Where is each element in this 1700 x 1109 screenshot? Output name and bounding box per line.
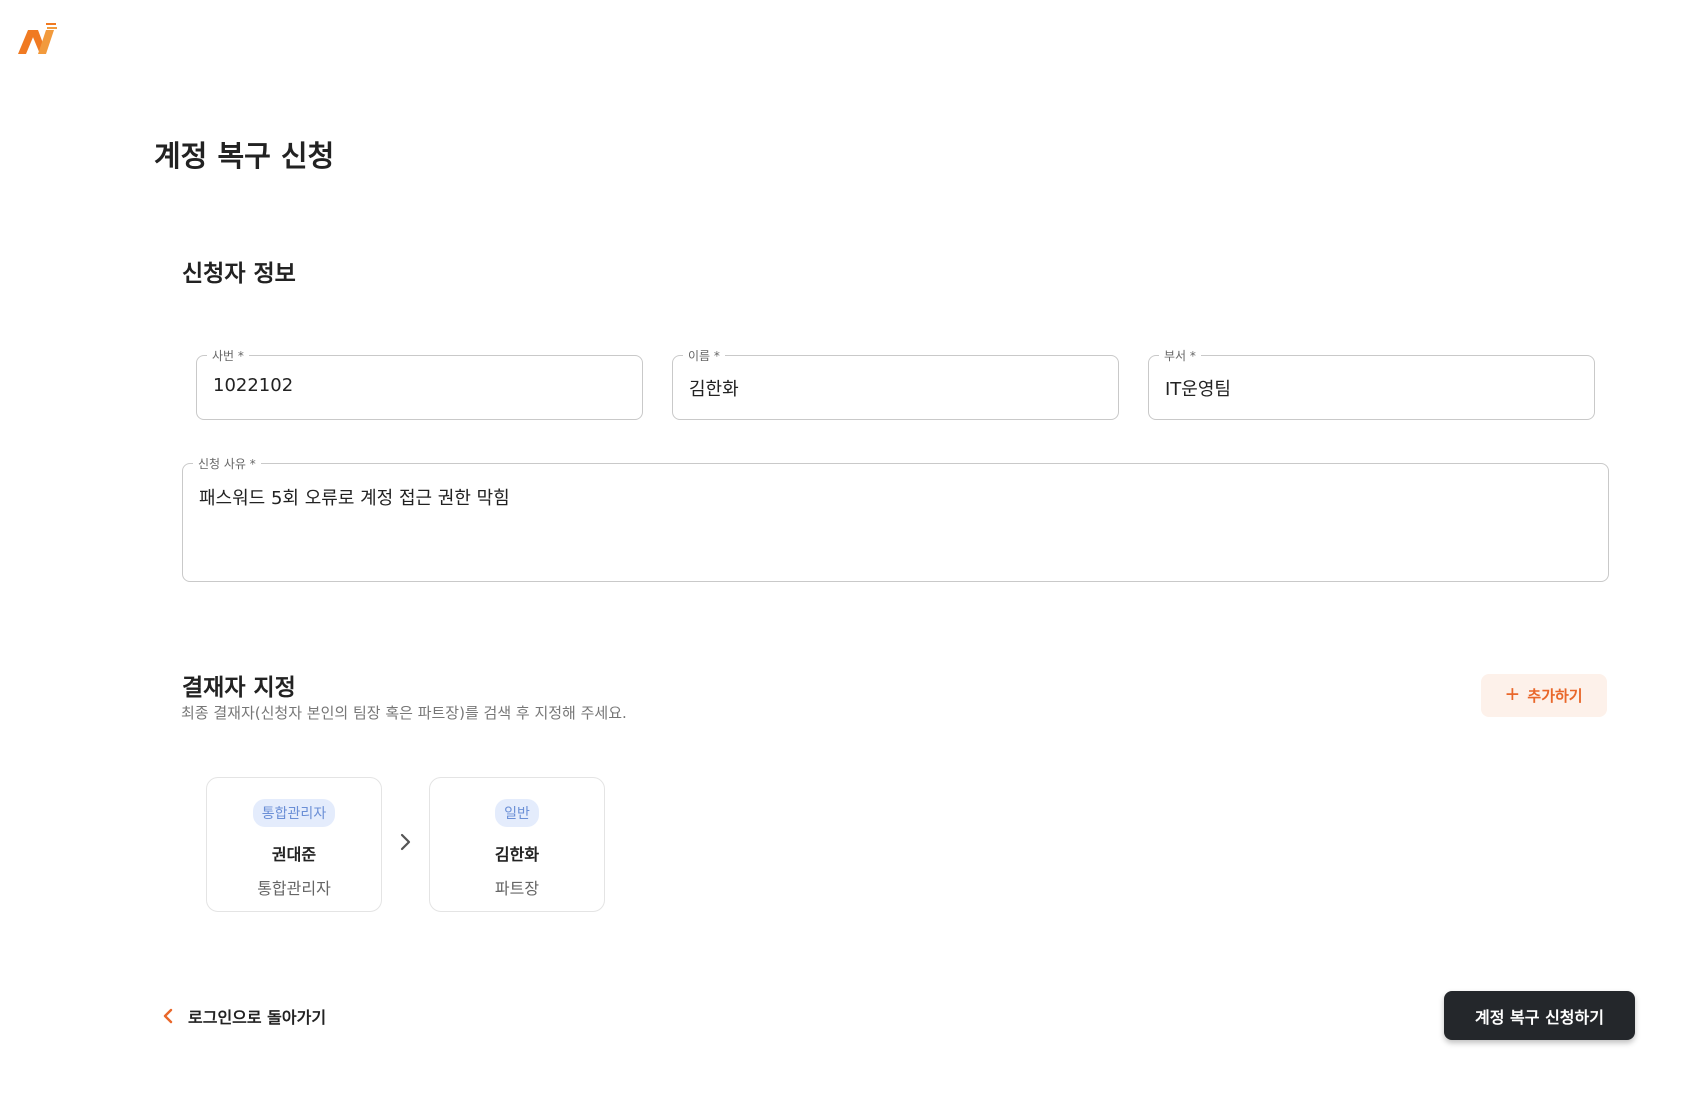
approver-role: 파트장 xyxy=(494,879,540,898)
name-field[interactable]: 이름 * 김한화 xyxy=(672,347,1119,420)
name-label: 이름 * xyxy=(683,347,725,364)
applicant-section-title: 신청자 정보 xyxy=(182,261,296,287)
brand-logo-icon xyxy=(18,23,57,54)
employee-id-value: 1022102 xyxy=(213,375,294,396)
approver-badge: 통합관리자 xyxy=(252,799,336,827)
name-value: 김한화 xyxy=(689,379,739,400)
approver-card[interactable]: 일반 김한화 파트장 xyxy=(429,777,605,912)
back-to-login-link[interactable]: 로그인으로 돌아가기 xyxy=(162,1003,326,1029)
employee-id-label: 사번 * xyxy=(207,347,249,364)
add-approver-label: 추가하기 xyxy=(1527,688,1583,705)
page-title: 계정 복구 신청 xyxy=(154,139,335,173)
reason-textarea[interactable]: 신청 사유 * 패스워드 5회 오류로 계정 접근 권한 막힘 xyxy=(182,455,1609,582)
department-label: 부서 * xyxy=(1159,347,1201,364)
approver-card[interactable]: 통합관리자 권대준 통합관리자 xyxy=(206,777,382,912)
chevron-left-icon xyxy=(163,1008,173,1024)
submit-recovery-button[interactable]: 계정 복구 신청하기 xyxy=(1444,991,1635,1040)
approver-badge: 일반 xyxy=(495,799,539,827)
back-to-login-label: 로그인으로 돌아가기 xyxy=(188,1008,327,1027)
department-value: IT운영팀 xyxy=(1165,379,1231,400)
add-approver-button[interactable]: + 추가하기 xyxy=(1481,674,1607,717)
approvers-helper-text: 최종 결재자(신청자 본인의 팀장 혹은 파트장)를 검색 후 지정해 주세요. xyxy=(181,704,627,722)
plus-icon: + xyxy=(1505,680,1520,708)
reason-value: 패스워드 5회 오류로 계정 접근 권한 막힘 xyxy=(199,488,510,509)
reason-label: 신청 사유 * xyxy=(193,455,261,472)
approver-name: 권대준 xyxy=(271,845,317,864)
department-field[interactable]: 부서 * IT운영팀 xyxy=(1148,347,1595,420)
approvers-section-title: 결재자 지정 xyxy=(182,675,296,701)
approver-role: 통합관리자 xyxy=(257,879,331,898)
employee-id-field[interactable]: 사번 * 1022102 xyxy=(196,347,643,420)
approver-name: 김한화 xyxy=(494,845,540,864)
chevron-right-icon xyxy=(400,833,411,851)
